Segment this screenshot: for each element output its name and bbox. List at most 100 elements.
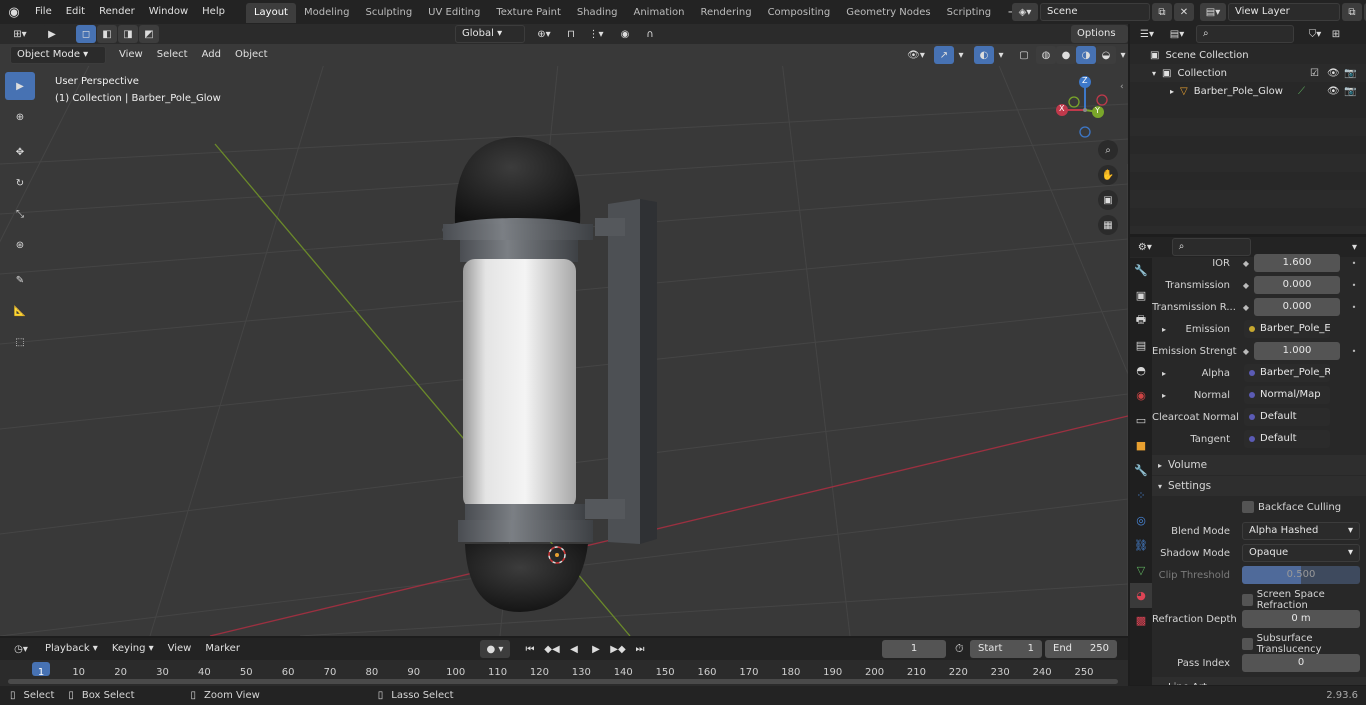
record-icon[interactable]: ● ▾ (480, 640, 510, 658)
menu-keying[interactable]: Keying ▾ (105, 639, 161, 659)
play-reverse-icon[interactable]: ◀ (564, 640, 584, 658)
expand-socket-icon[interactable]: ▸ (1162, 325, 1166, 334)
outliner-editor-icon[interactable]: ☰▾ (1134, 25, 1160, 43)
overlay-icon[interactable]: ◐ (974, 46, 994, 64)
add-cube-icon[interactable]: ⬚ (5, 328, 35, 356)
cursor-icon[interactable]: ⊕ (5, 103, 35, 131)
outliner-scene-collection[interactable]: ▣ Scene Collection (1130, 46, 1366, 64)
select-extend-icon[interactable]: ◧ (97, 25, 117, 43)
collection-tab-icon[interactable]: ▭ (1130, 408, 1152, 433)
navigation-gizmo[interactable]: Z X Y (1052, 72, 1122, 142)
constraints-tab-icon[interactable]: ⛓ (1130, 533, 1152, 558)
tab-scripting[interactable]: Scripting (939, 3, 999, 23)
refraction-depth-field[interactable]: 0 m (1242, 610, 1360, 628)
outliner-collection[interactable]: ▾ ▣ Collection ☑ 👁 📷 (1130, 64, 1366, 82)
end-frame-field[interactable]: End 250 (1045, 640, 1117, 658)
menu-timeline-view[interactable]: View (161, 639, 199, 659)
animate-dot-icon[interactable]: • (1346, 303, 1362, 312)
modifier-tab-icon[interactable]: 🔧 (1130, 458, 1152, 483)
prop-link-field[interactable]: Default (1244, 408, 1330, 426)
material-shading-icon[interactable]: ◑ (1076, 46, 1096, 64)
prop-value-field[interactable]: 0.000 (1254, 276, 1340, 294)
tab-texture-paint[interactable]: Texture Paint (488, 3, 569, 23)
move-icon[interactable]: ✥ (5, 138, 35, 166)
prop-link-field[interactable]: Barber_Pole_Refract... (1244, 364, 1330, 382)
socket-icon[interactable]: ◆ (1238, 347, 1254, 356)
blender-logo-icon[interactable]: ◉ (0, 5, 28, 20)
scene-field[interactable]: Scene (1040, 3, 1150, 21)
tool-tab-icon[interactable]: 🔧 (1130, 258, 1152, 283)
collection-render-icon[interactable]: 📷 (1344, 68, 1356, 79)
texture-tab-icon[interactable]: ▩ (1130, 608, 1152, 633)
wireframe-shading-icon[interactable]: ◍ (1036, 46, 1056, 64)
tab-geometry-nodes[interactable]: Geometry Nodes (838, 3, 938, 23)
camera-icon[interactable]: ▣ (1098, 190, 1118, 210)
select-subtract-icon[interactable]: ◨ (118, 25, 138, 43)
socket-icon[interactable]: ◆ (1238, 259, 1254, 268)
object-tab-icon[interactable]: ■ (1130, 433, 1152, 458)
prop-value-field[interactable]: 0.000 (1254, 298, 1340, 316)
jump-end-icon[interactable]: ⏭ (630, 640, 650, 658)
tab-uv-editing[interactable]: UV Editing (420, 3, 488, 23)
proportional-edit-icon[interactable]: ◉ (615, 25, 635, 43)
prop-link-field[interactable]: Barber_Pole_Emissi... (1244, 320, 1330, 338)
display-mode-icon[interactable]: ▤▾ (1164, 25, 1190, 43)
transform-icon[interactable]: ⊛ (5, 231, 35, 259)
screen-space-refraction-checkbox[interactable]: Screen Space Refraction (1242, 589, 1366, 611)
gizmo-icon[interactable]: ↗ (934, 46, 954, 64)
next-keyframe-icon[interactable]: ▶◆ (608, 640, 628, 658)
rotate-icon[interactable]: ↻ (5, 169, 35, 197)
menu-help[interactable]: Help (195, 0, 232, 24)
menu-playback[interactable]: Playback ▾ (38, 639, 105, 659)
animate-dot-icon[interactable]: • (1346, 347, 1362, 356)
scale-icon[interactable]: ⤡ (5, 200, 35, 228)
gizmo-dropdown-icon[interactable]: ▾ (954, 46, 968, 64)
menu-marker[interactable]: Marker (198, 639, 247, 659)
animate-dot-icon[interactable]: • (1346, 259, 1362, 268)
tab-animation[interactable]: Animation (626, 3, 693, 23)
animate-dot-icon[interactable]: • (1346, 281, 1362, 290)
material-tab-icon[interactable]: ◕ (1130, 583, 1152, 608)
prop-value-field[interactable]: 1.000 (1254, 342, 1340, 360)
line-art-panel-header[interactable]: ▸ Line Art (1152, 677, 1366, 685)
menu-render[interactable]: Render (92, 0, 142, 24)
shadow-mode-dropdown[interactable]: Opaque ▾ (1242, 544, 1360, 562)
physics-tab-icon[interactable]: ◎ (1130, 508, 1152, 533)
shading-dropdown-icon[interactable]: ▾ (1116, 46, 1130, 64)
overlay-dropdown-icon[interactable]: ▾ (994, 46, 1008, 64)
backface-culling-checkbox[interactable]: Backface Culling (1242, 501, 1341, 513)
jump-start-icon[interactable]: ⏮ (520, 640, 540, 658)
tab-modeling[interactable]: Modeling (296, 3, 358, 23)
visibility-icon[interactable]: 👁▾ (902, 46, 930, 64)
output-tab-icon[interactable]: 🖶 (1130, 308, 1152, 333)
prop-link-field[interactable]: Normal/Map (1244, 386, 1330, 404)
outliner-search-input[interactable]: ⌕ (1196, 25, 1294, 43)
data-tab-icon[interactable]: ▽ (1130, 558, 1152, 583)
mode-dropdown[interactable]: Object Mode ▾ (10, 46, 106, 64)
object-visibility-icon[interactable]: 👁 (1327, 86, 1340, 97)
filter-icon[interactable]: ⛉▾ (1302, 25, 1328, 43)
rendered-shading-icon[interactable]: ◒ (1096, 46, 1116, 64)
play-icon[interactable]: ▶ (586, 640, 606, 658)
collection-visibility-icon[interactable]: 👁 (1327, 68, 1340, 79)
start-frame-field[interactable]: Start 1 (970, 640, 1042, 658)
menu-view[interactable]: View (112, 45, 150, 65)
zoom-icon[interactable]: ⌕ (1098, 140, 1118, 160)
scene-icon[interactable]: ◈▾ (1012, 3, 1038, 21)
tab-shading[interactable]: Shading (569, 3, 626, 23)
tab-layout[interactable]: Layout (245, 3, 296, 23)
volume-panel-header[interactable]: ▸ Volume (1152, 455, 1366, 475)
solid-shading-icon[interactable]: ● (1056, 46, 1076, 64)
particles-tab-icon[interactable]: ⁘ (1130, 483, 1152, 508)
expand-socket-icon[interactable]: ▸ (1162, 369, 1166, 378)
pass-index-field[interactable]: 0 (1242, 654, 1360, 672)
expand-object-icon[interactable]: ▸ (1170, 87, 1174, 96)
xray-icon[interactable]: ▢ (1014, 46, 1034, 64)
socket-icon[interactable]: ◆ (1238, 281, 1254, 290)
tab-rendering[interactable]: Rendering (692, 3, 759, 23)
snap-icon[interactable]: ⊓ (561, 25, 581, 43)
render-tab-icon[interactable]: ▣ (1130, 283, 1152, 308)
object-render-icon[interactable]: 📷 (1344, 86, 1356, 97)
measure-icon[interactable]: 📐 (5, 297, 35, 325)
menu-select[interactable]: Select (150, 45, 195, 65)
